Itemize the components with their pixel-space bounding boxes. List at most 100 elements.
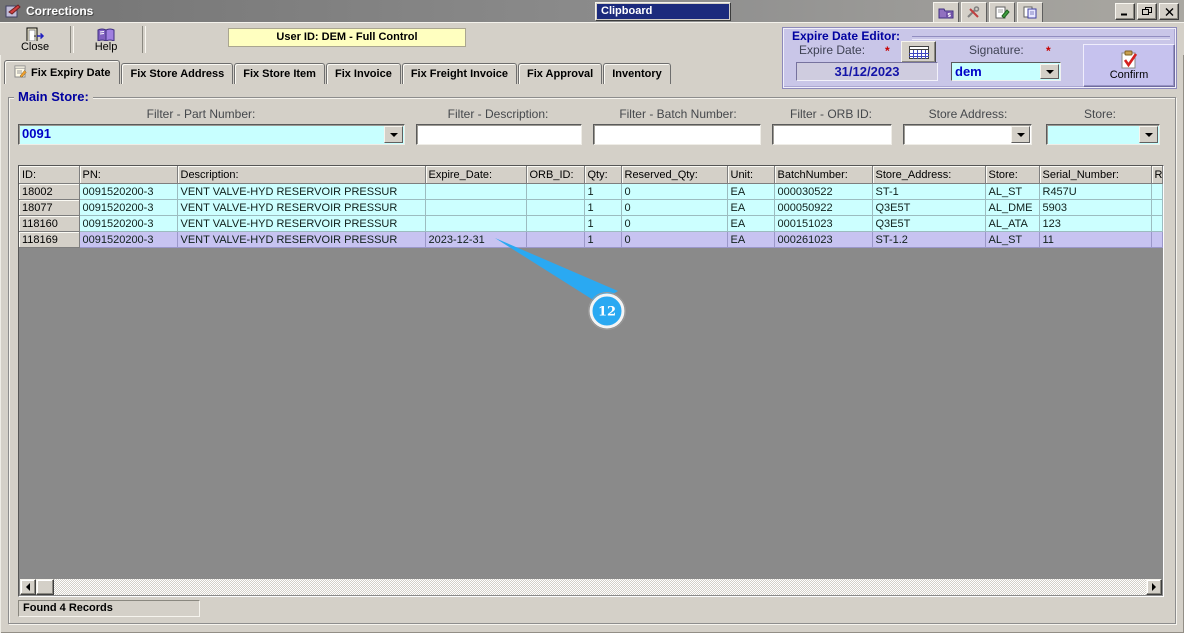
cell[interactable]: ST-1 <box>872 183 986 200</box>
close-button[interactable]: Close <box>8 25 62 54</box>
cell[interactable]: ST-1.2 <box>872 231 986 248</box>
row-header-cell[interactable]: 18077 <box>19 199 80 216</box>
column-header[interactable]: PN: <box>79 166 178 184</box>
cell[interactable] <box>425 183 527 200</box>
column-header[interactable]: Reserved_Qty: <box>621 166 728 184</box>
cell[interactable]: 1 <box>584 199 622 216</box>
edit-document-button[interactable] <box>989 2 1015 23</box>
cell[interactable]: 0 <box>621 215 728 232</box>
cell[interactable]: 1 <box>584 183 622 200</box>
cell[interactable]: 1 <box>584 215 622 232</box>
cell[interactable]: 5903 <box>1039 199 1152 216</box>
cell[interactable]: VENT VALVE-HYD RESERVOIR PRESSUR <box>177 183 426 200</box>
cell[interactable] <box>1151 215 1163 232</box>
table-row[interactable]: 118160 0091520200-3 VENT VALVE-HYD RESERVO… <box>19 215 1163 232</box>
cell[interactable]: VENT VALVE-HYD RESERVOIR PRESSUR <box>177 215 426 232</box>
cell[interactable] <box>526 215 585 232</box>
filter-input[interactable] <box>416 124 582 145</box>
cell[interactable]: AL_ST <box>985 231 1040 248</box>
column-header[interactable]: Re <box>1151 166 1163 184</box>
table-row[interactable]: 18002 0091520200-3 VENT VALVE-HYD RESERVOI… <box>19 183 1163 200</box>
cell[interactable]: VENT VALVE-HYD RESERVOIR PRESSUR <box>177 199 426 216</box>
cell[interactable] <box>1151 231 1163 248</box>
cell[interactable] <box>526 199 585 216</box>
clipboard-floating-toolbar[interactable]: Clipboard <box>595 2 731 21</box>
cell[interactable]: EA <box>727 215 775 232</box>
tab-fix-invoice[interactable]: Fix Invoice <box>325 63 401 84</box>
filter-combo[interactable] <box>1046 124 1160 145</box>
cell[interactable]: EA <box>727 183 775 200</box>
cell[interactable]: R457U <box>1039 183 1152 200</box>
copy-document-button[interactable] <box>1017 2 1043 23</box>
tab-fix-approval[interactable]: Fix Approval <box>518 63 603 84</box>
calendar-button[interactable] <box>901 41 936 63</box>
cell[interactable]: EA <box>727 231 775 248</box>
restore-button[interactable] <box>1137 3 1157 20</box>
cell[interactable]: AL_DME <box>985 199 1040 216</box>
cell[interactable] <box>1151 199 1163 216</box>
column-header[interactable]: Store: <box>985 166 1040 184</box>
filter-input[interactable] <box>772 124 892 145</box>
cell[interactable]: Q3E5T <box>872 215 986 232</box>
tab-fix-freight-invoice[interactable]: Fix Freight Invoice <box>401 63 518 84</box>
cell[interactable]: 0091520200-3 <box>79 215 178 232</box>
cell[interactable] <box>425 199 527 216</box>
cell[interactable]: Q3E5T <box>872 199 986 216</box>
filter-combo[interactable] <box>903 124 1032 145</box>
dropdown-button[interactable] <box>1139 126 1158 143</box>
cell[interactable]: 0091520200-3 <box>79 199 178 216</box>
cell[interactable]: EA <box>727 199 775 216</box>
cell[interactable]: 000151023 <box>774 215 873 232</box>
table-row[interactable]: 118169 0091520200-3 VENT VALVE-HYD RESERVO… <box>19 231 1163 248</box>
cell[interactable]: 0 <box>621 231 728 248</box>
scroll-right-button[interactable] <box>1146 579 1162 595</box>
cell[interactable]: 123 <box>1039 215 1152 232</box>
cell[interactable] <box>526 183 585 200</box>
close-window-button[interactable] <box>1159 3 1179 20</box>
dropdown-button[interactable] <box>384 126 403 143</box>
row-header-cell[interactable]: 18002 <box>19 183 80 200</box>
column-header[interactable]: ORB_ID: <box>526 166 585 184</box>
dropdown-button[interactable] <box>1011 126 1030 143</box>
tab-fix-store-item[interactable]: Fix Store Item <box>234 63 325 84</box>
scroll-thumb[interactable] <box>36 579 54 595</box>
dropdown-button[interactable] <box>1040 64 1059 79</box>
table-row[interactable]: 18077 0091520200-3 VENT VALVE-HYD RESERVOI… <box>19 199 1163 216</box>
cell[interactable]: 000030522 <box>774 183 873 200</box>
h-scrollbar[interactable] <box>20 579 1162 595</box>
column-header[interactable]: Qty: <box>584 166 622 184</box>
cell[interactable]: 0091520200-3 <box>79 231 178 248</box>
cell[interactable]: 1 <box>584 231 622 248</box>
expire-date-value[interactable]: 31/12/2023 <box>796 62 938 81</box>
row-header-cell[interactable]: 118160 <box>19 215 80 232</box>
cell[interactable]: 0 <box>621 183 728 200</box>
cell[interactable] <box>425 215 527 232</box>
help-button[interactable]: Help <box>78 25 134 54</box>
cell[interactable]: 2023-12-31 <box>425 231 527 248</box>
tab-inventory[interactable]: Inventory <box>603 63 671 84</box>
confirm-button[interactable]: Confirm <box>1083 44 1175 87</box>
cell[interactable] <box>1151 183 1163 200</box>
tab-fix-expiry-date[interactable]: Fix Expiry Date <box>4 60 121 84</box>
cell[interactable]: 0091520200-3 <box>79 183 178 200</box>
row-header-cell[interactable]: 118169 <box>19 231 80 248</box>
folder-save-button[interactable] <box>933 2 959 23</box>
cell[interactable]: AL_ST <box>985 183 1040 200</box>
column-header[interactable]: Expire_Date: <box>425 166 527 184</box>
minimize-button[interactable] <box>1115 3 1135 20</box>
cell[interactable]: 11 <box>1039 231 1152 248</box>
column-header[interactable]: Serial_Number: <box>1039 166 1152 184</box>
scroll-left-button[interactable] <box>20 579 36 595</box>
filter-combo[interactable]: 0091 <box>18 124 405 145</box>
cell[interactable]: 000050922 <box>774 199 873 216</box>
cell[interactable] <box>526 231 585 248</box>
cell[interactable]: 000261023 <box>774 231 873 248</box>
column-header[interactable]: Description: <box>177 166 426 184</box>
column-header[interactable]: Unit: <box>727 166 775 184</box>
column-header[interactable]: ID: <box>19 166 80 184</box>
tools-button[interactable] <box>961 2 987 23</box>
signature-combo[interactable]: dem <box>951 62 1061 81</box>
tab-fix-store-address[interactable]: Fix Store Address <box>121 63 234 84</box>
cell[interactable]: VENT VALVE-HYD RESERVOIR PRESSUR <box>177 231 426 248</box>
cell[interactable]: 0 <box>621 199 728 216</box>
